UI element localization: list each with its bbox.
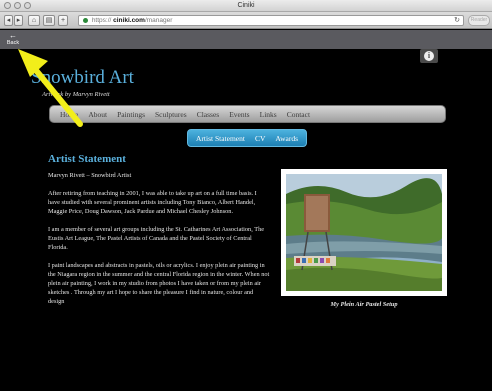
nav-home[interactable]: Home: [60, 110, 78, 119]
nav-sculptures[interactable]: Sculptures: [155, 110, 187, 119]
add-bookmark-icon[interactable]: +: [58, 15, 68, 26]
bookmarks-icon[interactable]: ▤: [43, 15, 55, 26]
forward-nav-icon[interactable]: ▸: [14, 15, 23, 26]
address-bar[interactable]: https:// ciniki.com/manager ↻: [78, 15, 464, 26]
browser-toolbar: ◂ ▸ ⌂ ▤ + https:// ciniki.com/manager ↻ …: [0, 12, 492, 29]
back-nav-icon[interactable]: ◂: [4, 15, 13, 26]
photo-caption: My Plein Air Pastel Setup: [330, 301, 398, 308]
subnav-artist-statement[interactable]: Artist Statement: [196, 134, 245, 143]
back-label: Back: [6, 40, 20, 46]
lock-icon: [83, 17, 88, 23]
reader-button[interactable]: Reader: [468, 15, 490, 26]
nav-contact[interactable]: Contact: [287, 110, 310, 119]
plein-air-photo: [286, 174, 442, 291]
nav-classes[interactable]: Classes: [197, 110, 220, 119]
window-title: Ciniki: [237, 2, 255, 9]
url-host: ciniki.com: [113, 17, 145, 24]
screen: Ciniki ◂ ▸ ⌂ ▤ + https:// ciniki.com/man…: [0, 0, 492, 391]
page-heading: Artist Statement: [48, 153, 126, 165]
reload-icon[interactable]: ↻: [454, 16, 460, 25]
paragraph: I paint landscapes and abstracts in past…: [48, 262, 270, 305]
main-nav: Home About Paintings Sculptures Classes …: [49, 105, 446, 123]
nav-events[interactable]: Events: [229, 110, 249, 119]
window-titlebar: Ciniki: [0, 0, 492, 12]
paragraph: I am a member of several art groups incl…: [48, 226, 265, 251]
app-bar: ← Back: [0, 30, 492, 49]
artist-statement-text: Marvyn Rivett – Snowbird Artist After re…: [48, 171, 270, 315]
site-tagline: Artwork by Marvyn Rivett: [42, 91, 110, 98]
paragraph: After retiring from teaching in 2001, I …: [48, 190, 257, 215]
paragraph: Marvyn Rivett – Snowbird Artist: [48, 172, 132, 179]
back-arrow-icon: ←: [9, 31, 17, 40]
sub-nav: Artist Statement CV Awards: [187, 129, 307, 147]
back-button[interactable]: ← Back: [4, 31, 22, 48]
site-title[interactable]: Snowbird Art: [31, 67, 134, 89]
subnav-cv[interactable]: CV: [255, 134, 265, 143]
nav-about[interactable]: About: [88, 110, 107, 119]
info-button[interactable]: i: [420, 49, 438, 63]
website-content: i Snowbird Art Artwork by Marvyn Rivett …: [0, 49, 492, 391]
photo-frame: [281, 169, 447, 296]
url-path: /manager: [144, 17, 173, 24]
nav-paintings[interactable]: Paintings: [117, 110, 145, 119]
url-scheme: https: [91, 17, 106, 24]
subnav-awards[interactable]: Awards: [275, 134, 298, 143]
info-icon: i: [424, 51, 434, 61]
nav-links[interactable]: Links: [260, 110, 277, 119]
home-icon[interactable]: ⌂: [28, 15, 40, 26]
